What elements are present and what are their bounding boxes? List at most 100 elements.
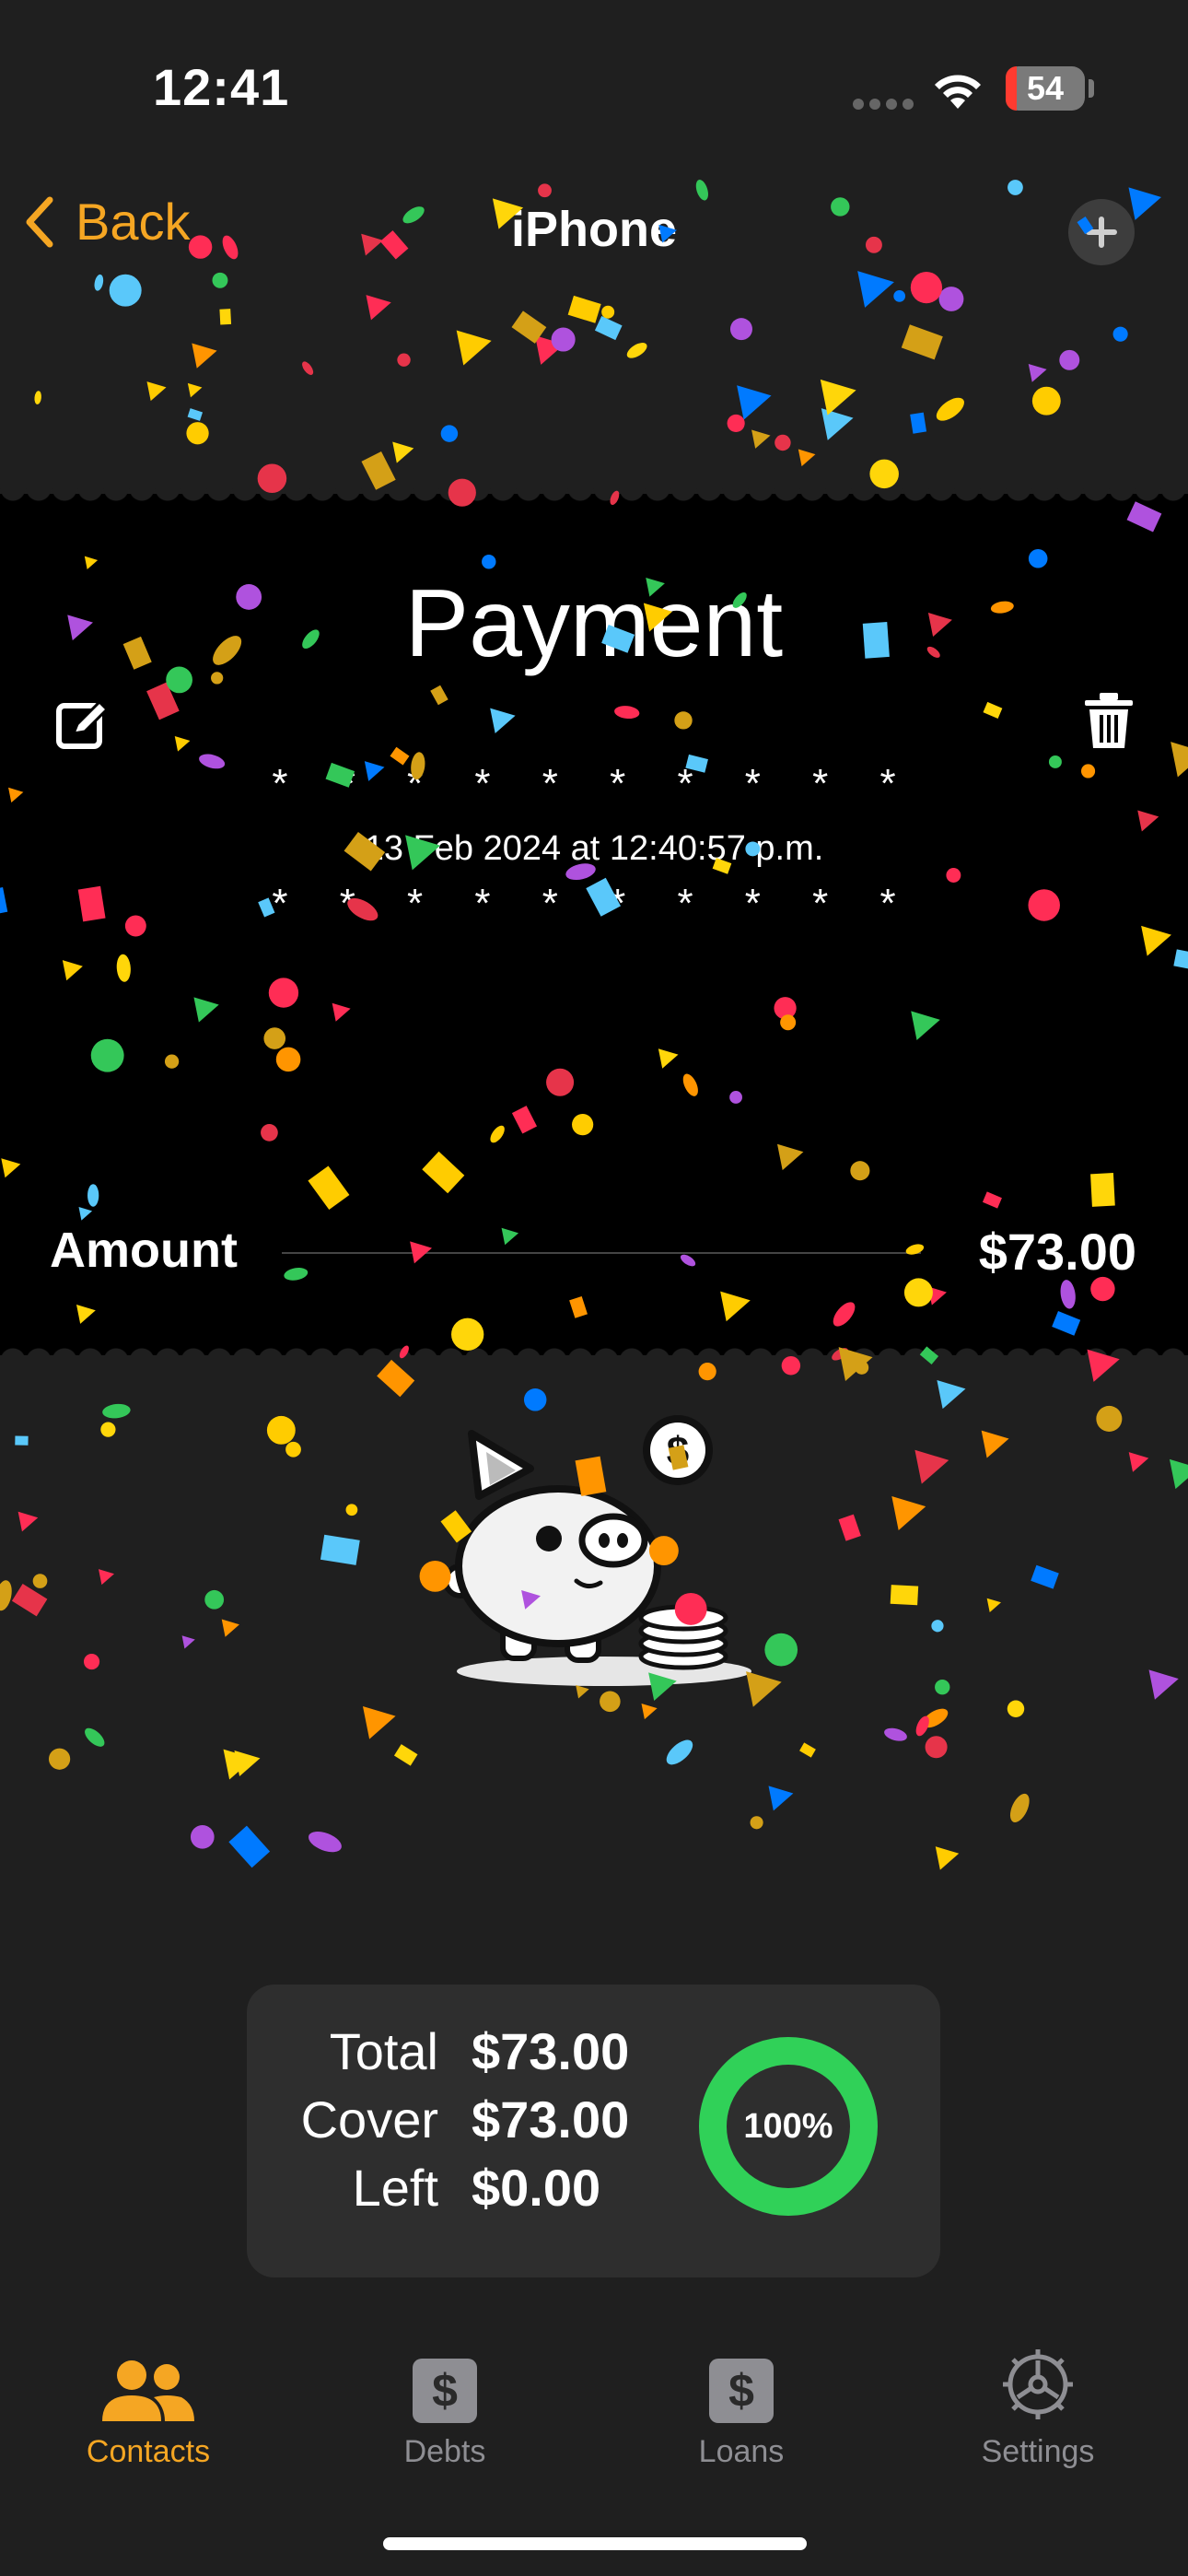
confetti-piece [456,330,492,366]
confetti-piece [727,414,745,433]
confetti-piece [601,305,615,319]
confetti-piece [1128,1452,1149,1472]
confetti-piece [626,343,647,358]
confetti-piece [695,180,708,201]
confetti-piece [393,1744,418,1766]
confetti-piece [935,1679,950,1695]
confetti-piece [11,1583,48,1617]
amount-divider [282,1252,921,1254]
confetti-piece [729,318,752,341]
confetti-piece [187,408,204,421]
confetti-piece [1148,1669,1179,1700]
confetti-piece [1031,1564,1059,1589]
confetti-piece [1031,386,1061,416]
add-button[interactable] [1068,199,1135,265]
tab-contacts[interactable]: Contacts [0,2340,297,2470]
confetti-piece [821,408,854,440]
confetti-piece [223,1749,254,1780]
confetti-piece [83,1653,100,1670]
confetti-piece [397,353,411,367]
tab-debts-label: Debts [403,2434,486,2469]
confetti-piece [925,1736,948,1759]
ticket-title: Payment [404,570,784,677]
edit-icon[interactable] [55,698,111,758]
confetti-piece [857,271,894,308]
left-label: Left [352,2159,438,2217]
confetti-piece [891,1496,926,1530]
confetti-piece [935,1846,960,1870]
confetti-piece [910,412,927,434]
gear-icon [1003,2349,1073,2419]
cellular-signal-icon [853,98,919,114]
trash-icon[interactable] [1083,691,1135,756]
confetti-piece [181,1635,195,1649]
plus-icon [1086,217,1117,248]
status-time: 12:41 [153,58,290,116]
confetti-piece [1169,1458,1188,1490]
confetti-piece [1007,1700,1025,1717]
contacts-icon [102,2360,194,2421]
confetti-piece [302,361,314,375]
confetti-piece [17,1511,39,1532]
svg-text:$: $ [667,1429,689,1474]
confetti-piece [190,1824,215,1849]
confetti-piece [1096,1405,1123,1432]
confetti-piece [99,1569,115,1586]
confetti-piece [94,274,104,291]
confetti-piece [799,1742,816,1758]
cover-label: Cover [300,2090,438,2149]
confetti-piece [798,449,816,467]
battery-indicator: 54 [1006,66,1085,111]
summary-cover-row: Cover $73.00 [247,2090,670,2154]
cover-value: $73.00 [472,2090,630,2149]
confetti-piece [869,459,899,489]
confetti-piece [855,1360,869,1375]
confetti-piece [931,1620,944,1633]
confetti-piece [221,1619,239,1637]
tab-debts[interactable]: $ Debts [297,2340,593,2470]
ticket-perforation-top [0,488,1188,507]
piggy-bank-illustration: $ [438,1400,770,1709]
confetti-piece [768,1786,794,1811]
confetti-piece [32,1574,48,1588]
confetti-piece [1007,180,1023,195]
confetti-piece [751,429,771,449]
confetti-piece [838,1514,861,1541]
confetti-piece [884,1727,907,1741]
tab-settings[interactable]: Settings [890,2340,1186,2470]
progress-percent: 100% [743,2106,833,2146]
confetti-piece [440,425,459,442]
confetti-piece [345,1504,358,1516]
confetti-piece [219,309,232,325]
confetti-piece [986,1598,1001,1613]
battery-nub [1089,79,1094,98]
confetti-piece [48,1748,71,1770]
confetti-piece [1028,363,1047,382]
ticket-perforation-bottom [0,1342,1188,1361]
confetti-piece [910,271,943,304]
confetti-piece [737,385,772,420]
summary-card: Total $73.00 Cover $73.00 Left $0.00 100… [247,1985,940,2277]
total-label: Total [329,2022,438,2080]
confetti-piece [938,287,964,311]
confetti-piece [146,381,167,402]
confetti-piece [750,1816,763,1830]
payment-date: 13 Feb 2024 at 12:40:57 p.m. [364,829,824,868]
tab-loans-label: Loans [698,2434,785,2469]
confetti-piece [362,1705,396,1739]
tab-contacts-label: Contacts [86,2434,211,2469]
confetti-piece [915,1715,929,1737]
tab-loans[interactable]: $ Loans [593,2340,890,2470]
confetti-piece [15,1435,29,1446]
confetti-piece [937,1380,966,1410]
dollar-icon: $ [709,2359,774,2423]
left-value: $0.00 [472,2159,601,2217]
confetti-piece [1112,326,1128,342]
confetti-piece [666,1739,693,1765]
confetti-piece [511,310,547,344]
confetti-piece [320,1534,360,1565]
confetti-piece [820,379,856,416]
confetti-piece [186,422,209,445]
confetti-piece [308,1831,342,1853]
confetti-piece [34,391,41,404]
